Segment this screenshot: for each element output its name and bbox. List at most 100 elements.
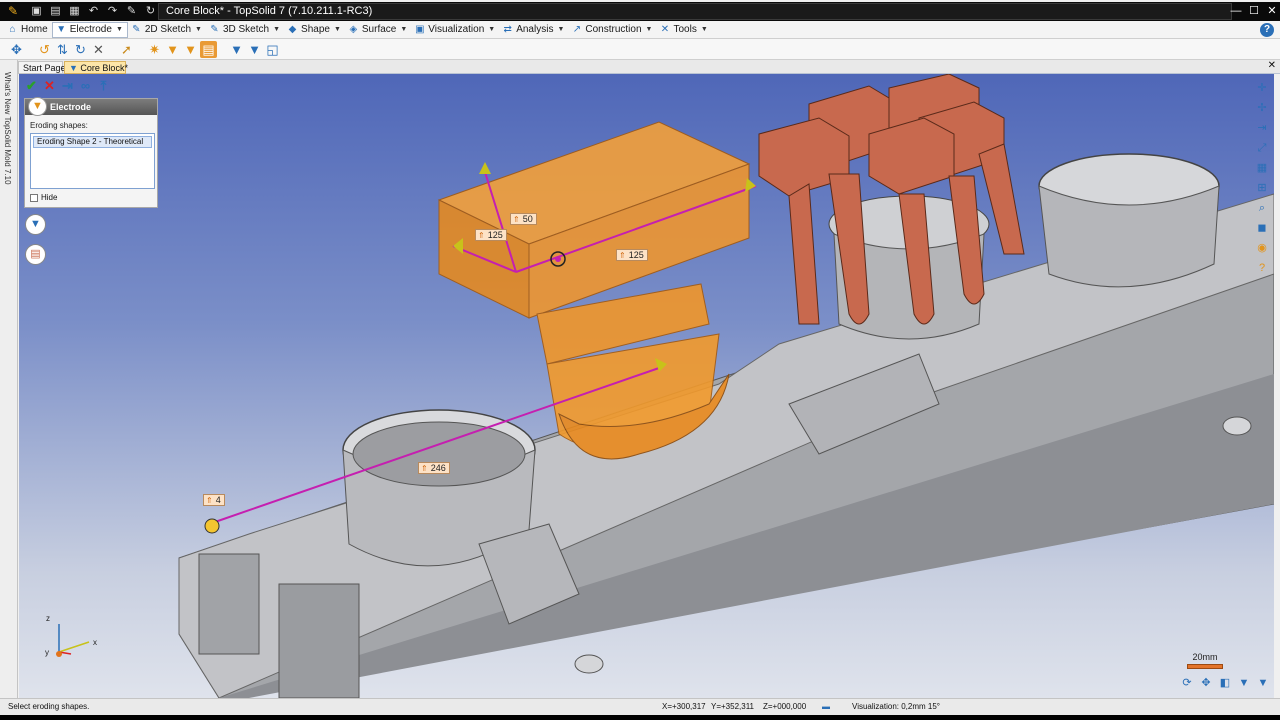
tab-construction[interactable]: ↗ Construction ▼ [568, 22, 656, 38]
move-axis-icon[interactable]: ✢ [1254, 100, 1270, 116]
print-icon[interactable]: ▦ [66, 3, 83, 20]
electrode-link-icon[interactable]: ▼ [228, 41, 245, 58]
tab-3d-sketch[interactable]: ✎ 3D Sketch ▼ [206, 22, 284, 38]
coordinate-z: Z=+000,000 [763, 702, 807, 711]
arrow-up-icon: ⇑ [206, 496, 213, 505]
split-icon[interactable]: ✕ [90, 41, 107, 58]
scale-bar [1187, 664, 1223, 669]
redo-icon[interactable]: ↷ [104, 3, 121, 20]
tab-analysis[interactable]: ⇄ Analysis ▼ [499, 22, 568, 38]
app-window: ✎ ▣ ▤ ▦ ↶ ↷ ✎ ↻ Core Block* - TopSolid 7… [0, 0, 1280, 720]
undo-icon[interactable]: ↶ [85, 3, 102, 20]
chevron-down-icon[interactable]: ▼ [195, 26, 202, 33]
tab-electrode[interactable]: ▼ Electrode ▼ [51, 21, 128, 38]
electrode-tree-icon[interactable]: ✥ [8, 41, 25, 58]
rotate-view-icon[interactable]: ⟳ [1179, 676, 1195, 690]
ribbon-tab-bar: ⌂ Home ▼ Electrode ▼ ✎ 2D Sketch ▼ ✎ 3D Sketch… [0, 21, 1280, 39]
dimension-label[interactable]: ⇑ 125 [475, 229, 507, 241]
topsolid-logo-icon[interactable]: ✎ [6, 4, 20, 18]
tab-tools[interactable]: ✕ Tools ▼ [656, 22, 711, 38]
electrode-copy-icon[interactable]: ▼ [182, 41, 199, 58]
minimize-button[interactable]: — [1228, 2, 1244, 21]
render-mode-icon[interactable]: ◼ [1254, 220, 1270, 236]
pan-view-icon[interactable]: ✥ [1198, 676, 1214, 690]
hide-checkbox-row[interactable]: Hide [30, 193, 57, 202]
electrode-export-icon[interactable]: ◱ [264, 41, 281, 58]
construction-icon: ↗ [572, 24, 582, 35]
tab-core-block[interactable]: ▼ Core Block* [64, 61, 128, 74]
coordinate-y: Y=+352,311 [711, 702, 755, 711]
help-question-icon[interactable]: ? [1254, 260, 1270, 276]
chevron-down-icon[interactable]: ▼ [701, 26, 708, 33]
extrude-icon[interactable]: ➚ [118, 41, 135, 58]
eroding-shapes-list[interactable]: Eroding Shape 2 - Theoretical [30, 133, 155, 189]
dimension-label[interactable]: ⇑ 4 [203, 494, 225, 506]
tab-visualization[interactable]: ▣ Visualization ▼ [411, 22, 499, 38]
chevron-down-icon[interactable]: ▼ [488, 26, 495, 33]
rebuild-icon[interactable]: ↻ [142, 3, 159, 20]
material-icon[interactable]: ◉ [1254, 240, 1270, 256]
tab-shape[interactable]: ◆ Shape ▼ [284, 22, 345, 38]
electrode-holder-icon[interactable]: ▼ [164, 41, 181, 58]
view-grid-icon[interactable]: ▦ [1254, 160, 1270, 176]
bottom-border [0, 715, 1280, 720]
pin-icon[interactable]: ⤒ [96, 78, 111, 93]
help-icon[interactable]: ? [1260, 23, 1274, 37]
tab-2d-sketch[interactable]: ✎ 2D Sketch ▼ [128, 22, 206, 38]
hide-checkbox[interactable] [30, 193, 38, 202]
zoom-fit-icon[interactable]: ⊞ [1254, 180, 1270, 196]
chain-icon[interactable]: ∞ [78, 78, 93, 93]
tab-surface[interactable]: ◈ Surface ▼ [345, 22, 411, 38]
align-icon[interactable]: ⇥ [1254, 120, 1270, 136]
save-all-icon[interactable]: ▤ [47, 3, 64, 20]
chevron-down-icon[interactable]: ▼ [400, 26, 407, 33]
orient-icon[interactable]: ⤢ [1254, 140, 1270, 156]
3d-viewport[interactable]: ⇑ 50 ⇑ 125 ⇑ 125 ⇑ 246 ⇑ 4 ✔ ✕ ⇥ ∞ ⤒ Electrod… [19, 74, 1274, 698]
electrode-create-icon[interactable]: ✷ [146, 41, 163, 58]
document-tab-bar: Start Page ▼ Core Block* ✕ [18, 60, 1280, 74]
electrode-blank-icon[interactable]: ▤ [200, 41, 217, 58]
electrode-icon: ▼ [28, 97, 47, 116]
eroding-shapes-label: Eroding shapes: [30, 121, 88, 130]
hole-right [1222, 416, 1252, 436]
visualization-icon: ▣ [415, 24, 425, 35]
chevron-down-icon[interactable]: ▼ [557, 26, 564, 33]
chevron-down-icon[interactable]: ▼ [646, 26, 653, 33]
visualization-setting[interactable]: Visualization: 0,2mm 15° [852, 699, 940, 715]
pen-icon[interactable]: ✎ [123, 3, 140, 20]
electrode-blue-icon[interactable]: ▼ [25, 214, 46, 235]
minus-icon[interactable]: ⇥ [60, 78, 75, 93]
transform-icon[interactable]: ⇅ [54, 41, 71, 58]
cancel-x-icon[interactable]: ✕ [42, 78, 57, 93]
zoom-icon[interactable]: ⌕ [1254, 200, 1270, 216]
chevron-down-icon[interactable]: ▼ [334, 26, 341, 33]
dimension-label[interactable]: ⇑ 50 [510, 213, 537, 225]
plus-axis-icon[interactable]: ✛ [1254, 80, 1270, 96]
side-panel-strip[interactable]: What's New TopSolid Mold 7.10 [0, 60, 18, 698]
visualization-quality-icon[interactable]: ▬ [822, 699, 830, 715]
tab-label: Surface [361, 24, 397, 35]
sweep-icon[interactable]: ↻ [72, 41, 89, 58]
maximize-button[interactable]: ☐ [1246, 2, 1262, 21]
tab-label: Core Block* [80, 63, 128, 73]
dimension-value: 50 [522, 214, 533, 224]
ok-check-icon[interactable]: ✔ [24, 78, 39, 93]
whats-new-label[interactable]: What's New TopSolid Mold 7.10 [3, 72, 12, 185]
tab-home[interactable]: ⌂ Home [4, 22, 52, 38]
bend-icon[interactable]: ↺ [36, 41, 53, 58]
electrode-view-icon[interactable]: ▼ [1236, 676, 1252, 690]
list-item[interactable]: Eroding Shape 2 - Theoretical [33, 136, 152, 148]
view-cube-icon[interactable]: ◧ [1217, 676, 1233, 690]
electrode-check-icon[interactable]: ▼ [246, 41, 263, 58]
electrode-filter-icon[interactable]: ▼ [1255, 676, 1271, 690]
chevron-down-icon[interactable]: ▼ [116, 26, 123, 33]
close-button[interactable]: ✕ [1264, 2, 1280, 21]
chevron-down-icon[interactable]: ▼ [273, 26, 280, 33]
electrode-copper-icon[interactable]: ▤ [25, 244, 46, 265]
close-document-icon[interactable]: ✕ [1268, 60, 1276, 71]
tab-start-page[interactable]: Start Page [18, 61, 66, 74]
dimension-label[interactable]: ⇑ 125 [616, 249, 648, 261]
axis-x-label: x [93, 638, 97, 647]
dimension-label[interactable]: ⇑ 246 [418, 462, 450, 474]
save-icon[interactable]: ▣ [28, 3, 45, 20]
